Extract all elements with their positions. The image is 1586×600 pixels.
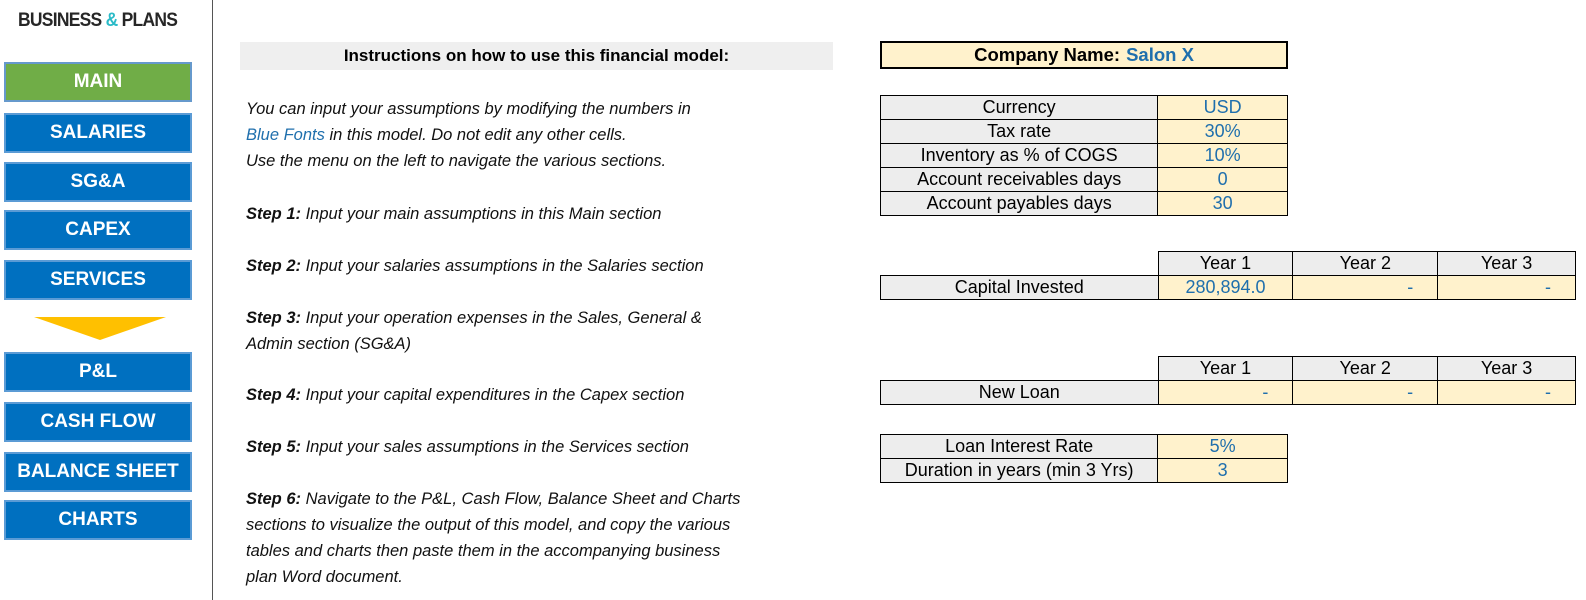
nav-pnl-button[interactable]: P&L — [4, 352, 192, 392]
instructions-intro: You can input your assumptions by modify… — [246, 96, 691, 174]
nav-cash-flow-button[interactable]: CASH FLOW — [4, 402, 192, 442]
table-row: Duration in years (min 3 Yrs) 3 — [879, 458, 1288, 483]
table-row: Currency USD — [879, 95, 1288, 120]
step-2: Step 2: Input your salaries assumptions … — [246, 257, 704, 275]
step-1: Step 1: Input your main assumptions in t… — [246, 205, 662, 223]
logo-text-business: BUSINESS — [18, 10, 102, 31]
step-3: Step 3: Input your operation expenses in… — [246, 309, 702, 353]
down-triangle-icon — [34, 317, 166, 340]
loan-duration-input[interactable]: 3 — [1157, 458, 1288, 483]
intro-line-1: You can input your assumptions by modify… — [246, 100, 691, 118]
nav-sga-button[interactable]: SG&A — [4, 162, 192, 202]
receivable-days-input[interactable]: 0 — [1157, 167, 1288, 192]
inventory-input[interactable]: 10% — [1157, 143, 1288, 168]
nav-balance-sheet-button[interactable]: BALANCE SHEET — [4, 452, 192, 492]
company-name-cell: Company Name: Salon X — [880, 41, 1288, 69]
tax-rate-input[interactable]: 30% — [1157, 119, 1288, 144]
payable-days-input[interactable]: 30 — [1157, 191, 1288, 216]
table-row: Tax rate 30% — [879, 119, 1288, 144]
table-header-row: Year 1 Year 2 Year 3 — [881, 251, 1576, 276]
currency-input[interactable]: USD — [1157, 95, 1288, 120]
intro-line-3: Use the menu on the left to navigate the… — [246, 152, 667, 170]
table-row: New Loan - - - — [880, 380, 1576, 405]
logo-ampersand: & — [105, 10, 119, 31]
blue-fonts-text: Blue Fonts — [246, 126, 325, 144]
loan-year1-input[interactable]: - — [1157, 380, 1294, 405]
table-row: Inventory as % of COGS 10% — [879, 143, 1288, 168]
table-row: Loan Interest Rate 5% — [879, 434, 1288, 459]
logo-text-plans: PLANS — [121, 10, 178, 31]
intro-line-2: Blue Fonts in this model. Do not edit an… — [246, 126, 627, 144]
capital-invested-table: Year 1 Year 2 Year 3 Capital Invested 28… — [880, 251, 1576, 300]
company-name-label: Company Name: — [974, 44, 1121, 65]
loan-year2-input[interactable]: - — [1292, 380, 1439, 405]
step-6: Step 6: Navigate to the P&L, Cash Flow, … — [246, 490, 741, 586]
table-row: Capital Invested 280,894.0 - - — [880, 275, 1576, 300]
capital-year1-input[interactable]: 280,894.0 — [1157, 275, 1294, 300]
table-row: Account payables days 30 — [879, 191, 1288, 216]
nav-services-button[interactable]: SERVICES — [4, 260, 192, 300]
capital-year2-input[interactable]: - — [1292, 275, 1439, 300]
loan-terms-table: Loan Interest Rate 5% Duration in years (… — [879, 434, 1288, 483]
loan-year3-input[interactable]: - — [1437, 380, 1576, 405]
business-plans-logo: BUSINESS & PLANS — [18, 10, 184, 32]
step-4: Step 4: Input your capital expenditures … — [246, 386, 685, 404]
instructions-title: Instructions on how to use this financia… — [240, 42, 833, 70]
capital-year3-input[interactable]: - — [1437, 275, 1576, 300]
loan-interest-input[interactable]: 5% — [1157, 434, 1288, 459]
nav-capex-button[interactable]: CAPEX — [4, 210, 192, 250]
nav-main-button[interactable]: MAIN — [4, 62, 192, 102]
assumptions-table: Currency USD Tax rate 30% Inventory as % o… — [879, 95, 1288, 216]
company-name-input[interactable]: Salon X — [1126, 44, 1194, 66]
table-header-row: Year 1 Year 2 Year 3 — [881, 356, 1576, 381]
new-loan-table: Year 1 Year 2 Year 3 New Loan - - - — [880, 356, 1576, 405]
nav-charts-button[interactable]: CHARTS — [4, 500, 192, 540]
sidebar-divider — [212, 0, 213, 600]
step-5: Step 5: Input your sales assumptions in … — [246, 438, 689, 456]
table-row: Account receivables days 0 — [879, 167, 1288, 192]
nav-salaries-button[interactable]: SALARIES — [4, 113, 192, 153]
